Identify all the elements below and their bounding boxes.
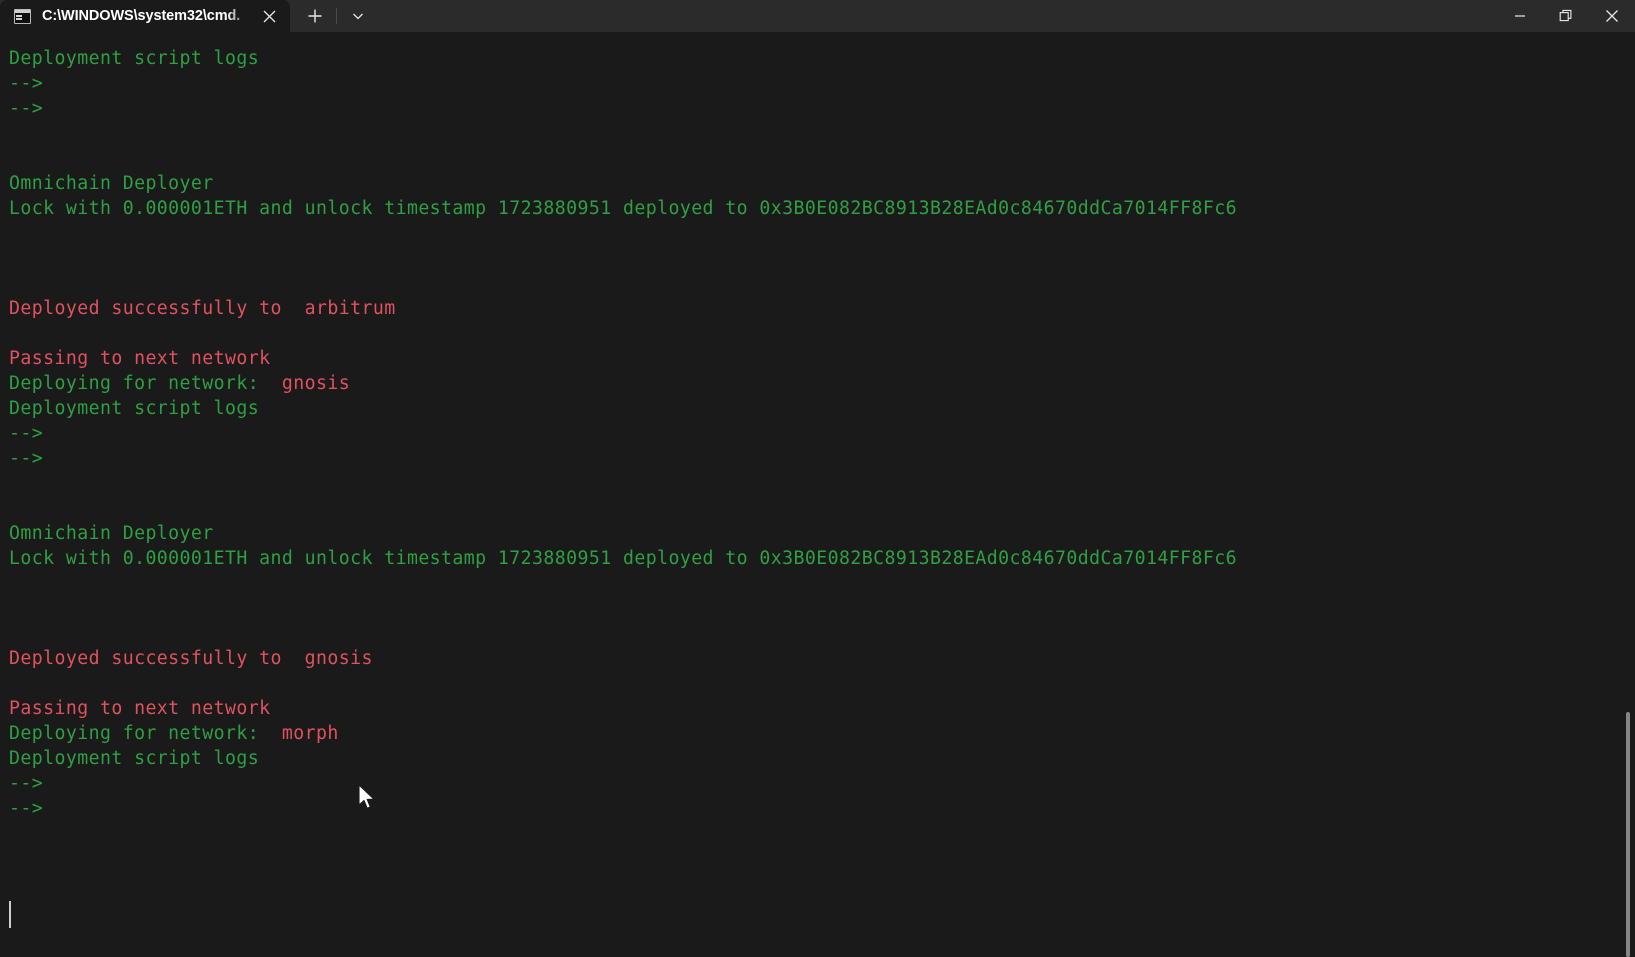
terminal-text: Lock with 0.000001ETH and unlock timesta…: [9, 198, 1237, 219]
terminal-text: Deployment script logs: [9, 398, 260, 419]
window-controls: [1497, 0, 1635, 32]
new-tab-button[interactable]: [296, 0, 334, 32]
terminal-line: Deployment script logs: [9, 396, 1635, 421]
terminal-line: Lock with 0.000001ETH and unlock timesta…: [9, 196, 1635, 221]
terminal-line: Deployed successfully to gnosis: [9, 646, 1635, 671]
terminal-text: Passing to next network: [9, 698, 271, 719]
terminal-line: Lock with 0.000001ETH and unlock timesta…: [9, 546, 1635, 571]
terminal-text: -->: [9, 773, 44, 794]
terminal-line: -->: [9, 796, 1635, 821]
terminal-text: Deployment script logs: [9, 748, 260, 769]
terminal-text: gnosis: [270, 373, 351, 394]
console-icon: [14, 8, 31, 24]
terminal-text: Deploying for network:: [9, 373, 271, 394]
terminal-line: -->: [9, 421, 1635, 446]
tab-actions: [290, 0, 377, 32]
terminal-line: Deployment script logs: [9, 46, 1635, 71]
terminal-text: Passing to next network: [9, 348, 271, 369]
tab-cmd[interactable]: C:\WINDOWS\system32\cmd.: [0, 0, 290, 32]
terminal-text: morph: [270, 723, 339, 744]
terminal-text: Omnichain Deployer: [9, 173, 214, 194]
terminal-text: -->: [9, 798, 44, 819]
terminal-line: Deployed successfully to arbitrum: [9, 296, 1635, 321]
terminal-text: Omnichain Deployer: [9, 523, 214, 544]
terminal-text: Deploying for network:: [9, 723, 271, 744]
terminal-line: Omnichain Deployer: [9, 521, 1635, 546]
terminal-line: Omnichain Deployer: [9, 171, 1635, 196]
vertical-scrollbar-thumb[interactable]: [1626, 712, 1630, 957]
terminal-line: Passing to next network: [9, 346, 1635, 371]
terminal-text: -->: [9, 448, 44, 469]
terminal-output: Deployment script logs --> --> Omnichain D…: [9, 46, 1635, 957]
title-bar-drag-region[interactable]: [377, 0, 1497, 32]
maximize-restore-button[interactable]: [1543, 0, 1589, 32]
terminal-text: -->: [9, 73, 44, 94]
terminal-text: Deployment script logs: [9, 48, 260, 69]
terminal-line: Passing to next network: [9, 696, 1635, 721]
terminal-text: -->: [9, 423, 44, 444]
terminal-window: C:\WINDOWS\system32\cmd. Deployment scri…: [0, 0, 1635, 957]
tab-close-icon[interactable]: [252, 2, 286, 30]
terminal-line: Deployment script logs: [9, 746, 1635, 771]
minimize-button[interactable]: [1497, 0, 1543, 32]
terminal-line: -->: [9, 771, 1635, 796]
terminal-line: -->: [9, 71, 1635, 96]
title-bar: C:\WINDOWS\system32\cmd.: [0, 0, 1635, 32]
tab-title: C:\WINDOWS\system32\cmd.: [42, 8, 241, 24]
tab-strip: C:\WINDOWS\system32\cmd.: [0, 0, 290, 32]
terminal-line: Deploying for network: morph: [9, 721, 1635, 746]
chevron-down-icon[interactable]: [339, 0, 377, 32]
terminal-line: -->: [9, 446, 1635, 471]
terminal-text: -->: [9, 98, 44, 119]
text-cursor: [9, 901, 11, 928]
terminal-text: Lock with 0.000001ETH and unlock timesta…: [9, 548, 1237, 569]
terminal-viewport[interactable]: Deployment script logs --> --> Omnichain D…: [0, 32, 1635, 957]
terminal-line: -->: [9, 96, 1635, 121]
close-button[interactable]: [1589, 0, 1635, 32]
toolbar-divider: [336, 8, 337, 24]
terminal-text: Deployed successfully to gnosis: [9, 648, 373, 669]
terminal-line: Deploying for network: gnosis: [9, 371, 1635, 396]
terminal-text: Deployed successfully to arbitrum: [9, 298, 396, 319]
